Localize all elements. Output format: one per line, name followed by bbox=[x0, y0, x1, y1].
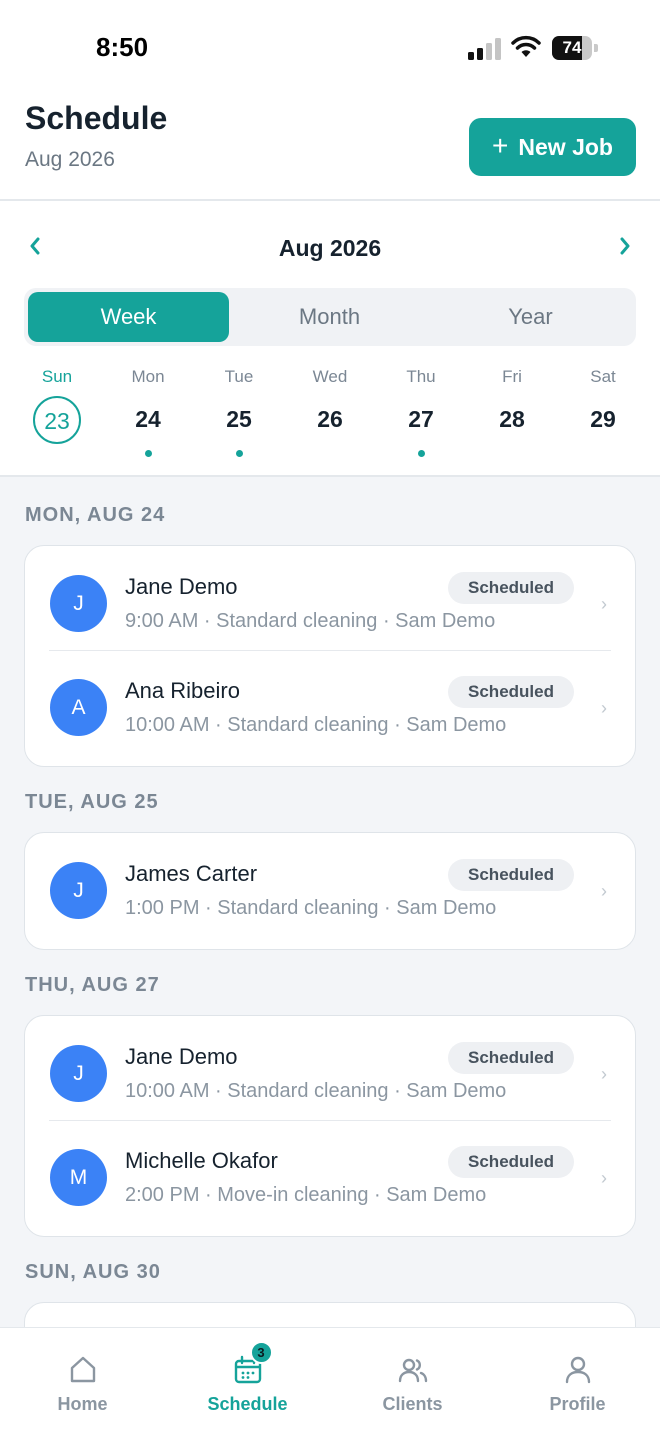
avatar: J bbox=[50, 1045, 107, 1102]
client-name: Jane Demo bbox=[125, 1044, 238, 1069]
battery-icon: 74 bbox=[552, 36, 598, 60]
page-subtitle: Aug 2026 bbox=[25, 148, 115, 171]
client-name: James Carter bbox=[125, 861, 258, 886]
users-icon bbox=[398, 1358, 427, 1383]
section-header: SUN, AUG 30 bbox=[25, 1261, 161, 1283]
avatar: A bbox=[50, 679, 107, 736]
client-name: Ana Ribeiro bbox=[125, 678, 240, 703]
job-row[interactable]: M Michelle Okafor Scheduled 2:00 PM · Move-… bbox=[25, 1120, 635, 1224]
job-details: 1:00 PM · Standard cleaning · Sam Demo bbox=[125, 897, 497, 919]
status-bar: 8:50 74 bbox=[0, 0, 660, 96]
day-fri[interactable]: Fri 28 bbox=[477, 364, 547, 464]
status-badge: Scheduled bbox=[448, 1146, 574, 1178]
weekday-name: Fri bbox=[502, 367, 522, 386]
battery-level: 74 bbox=[562, 38, 582, 57]
status-badge: Scheduled bbox=[448, 572, 574, 604]
tab-clients[interactable]: Clients bbox=[330, 1328, 495, 1434]
tab-label: Schedule bbox=[207, 1394, 288, 1414]
job-details: 10:00 AM · Standard cleaning · Sam Demo bbox=[125, 1080, 507, 1102]
job-row[interactable]: J James Carter Scheduled 1:00 PM · Standard… bbox=[25, 833, 635, 937]
day-mon[interactable]: Mon 24 bbox=[113, 364, 183, 464]
home-icon bbox=[70, 1356, 95, 1383]
avatar: J bbox=[50, 862, 107, 919]
weekday-name: Sat bbox=[590, 367, 616, 386]
weekday-name: Thu bbox=[406, 367, 436, 386]
tab-bar: Home 3 Schedule Clients Profile bbox=[0, 1327, 660, 1434]
chevron-right-icon: › bbox=[601, 698, 607, 718]
section-header: TUE, AUG 25 bbox=[25, 791, 159, 813]
job-row[interactable]: A Ana Ribeiro Scheduled 10:00 AM · Standard… bbox=[25, 650, 635, 754]
job-details: 10:00 AM · Standard cleaning · Sam Demo bbox=[125, 714, 507, 736]
job-card: J Jane Demo Scheduled 10:00 AM · Standard c… bbox=[24, 1015, 636, 1237]
view-toggle: Week Month Year bbox=[24, 288, 636, 346]
weekday-name: Sun bbox=[41, 367, 73, 386]
view-tab-week[interactable]: Week bbox=[28, 292, 229, 342]
job-card: J James Carter Scheduled 1:00 PM · Standard… bbox=[24, 832, 636, 950]
tab-home[interactable]: Home bbox=[0, 1328, 165, 1434]
section-header: MON, AUG 24 bbox=[25, 504, 166, 526]
chevron-right-icon: › bbox=[601, 594, 607, 614]
tab-schedule[interactable]: 3 Schedule bbox=[165, 1328, 330, 1434]
weekday-name: Wed bbox=[312, 367, 348, 386]
day-number: 29 bbox=[590, 406, 616, 432]
signal-icon bbox=[468, 38, 501, 60]
job-indicator-dot bbox=[235, 450, 243, 457]
job-row[interactable]: J Jane Demo Scheduled 9:00 AM · Standard cl… bbox=[25, 546, 635, 650]
page-title: Schedule bbox=[25, 100, 168, 136]
section-header: THU, AUG 27 bbox=[25, 974, 160, 996]
tab-label: Profile bbox=[549, 1394, 606, 1414]
client-name: Michelle Okafor bbox=[125, 1148, 278, 1173]
day-tue[interactable]: Tue 25 bbox=[204, 364, 274, 464]
status-badge: Scheduled bbox=[448, 859, 574, 891]
day-thu[interactable]: Thu 27 bbox=[386, 364, 456, 464]
avatar: J bbox=[50, 575, 107, 632]
avatar: M bbox=[50, 1149, 107, 1206]
weekday-name: Mon bbox=[131, 367, 165, 386]
weekday-name: Tue bbox=[224, 367, 254, 386]
tab-profile[interactable]: Profile bbox=[495, 1328, 660, 1434]
new-job-label: New Job bbox=[518, 133, 613, 160]
page-header: Schedule Aug 2026 + New Job bbox=[0, 96, 660, 201]
job-card: J Jane Demo Scheduled 9:00 AM · Standard cl… bbox=[24, 545, 636, 767]
job-details: 9:00 AM · Standard cleaning · Sam Demo bbox=[125, 610, 496, 632]
day-wed[interactable]: Wed 26 bbox=[295, 364, 365, 464]
day-number: 25 bbox=[226, 406, 252, 432]
status-time: 8:50 bbox=[96, 32, 149, 62]
month-label: Aug 2026 bbox=[278, 235, 382, 261]
status-badge: Scheduled bbox=[448, 676, 574, 708]
schedule-badge: 3 bbox=[249, 1341, 273, 1364]
job-row[interactable]: J Jane Demo Scheduled 10:00 AM · Standard c… bbox=[25, 1016, 635, 1120]
tab-label: Clients bbox=[382, 1394, 443, 1414]
user-icon bbox=[565, 1356, 590, 1384]
day-sat[interactable]: Sat 29 bbox=[568, 364, 638, 464]
client-name: Jane Demo bbox=[125, 574, 238, 599]
day-number: 27 bbox=[408, 406, 434, 432]
week-calendar: Aug 2026 Week Month Year Sun 23 Mon 24 Tue 25… bbox=[0, 201, 660, 477]
next-month-button[interactable] bbox=[610, 231, 640, 261]
day-number: 28 bbox=[499, 406, 525, 432]
job-indicator-dot bbox=[144, 450, 152, 457]
wifi-icon bbox=[511, 35, 541, 57]
tab-label: Home bbox=[57, 1394, 108, 1414]
day-number: 23 bbox=[33, 396, 81, 444]
chevron-right-icon: › bbox=[601, 1168, 607, 1188]
day-sun[interactable]: Sun 23 bbox=[22, 364, 92, 464]
plus-icon: + bbox=[492, 130, 509, 161]
new-job-button[interactable]: + New Job bbox=[469, 118, 636, 176]
chevron-right-icon bbox=[620, 237, 630, 255]
day-number: 24 bbox=[135, 406, 161, 432]
view-tab-year[interactable]: Year bbox=[430, 292, 631, 342]
status-badge: Scheduled bbox=[448, 1042, 574, 1074]
view-tab-month[interactable]: Month bbox=[229, 292, 430, 342]
chevron-right-icon: › bbox=[601, 1064, 607, 1084]
job-details: 2:00 PM · Move-in cleaning · Sam Demo bbox=[125, 1184, 487, 1206]
job-indicator-dot bbox=[417, 450, 425, 457]
day-number: 26 bbox=[317, 406, 343, 432]
chevron-right-icon: › bbox=[601, 881, 607, 901]
